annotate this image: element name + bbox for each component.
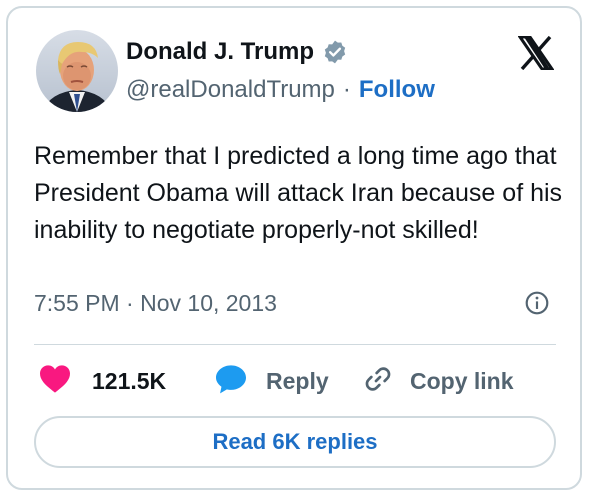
read-replies-button[interactable]: Read 6K replies: [34, 416, 556, 468]
x-logo-icon[interactable]: [517, 35, 555, 71]
avatar-portrait: [36, 30, 118, 112]
divider: [34, 344, 556, 345]
read-replies-label: Read 6K replies: [212, 429, 378, 454]
like-count: 121.5K: [92, 368, 167, 394]
tweet-date: Nov 10, 2013: [140, 290, 277, 316]
author-name[interactable]: Donald J. Trump: [126, 38, 314, 66]
author-name-row: Donald J. Trump: [126, 38, 348, 66]
action-bar: 121.5K Reply Copy link: [34, 358, 564, 404]
author-handle[interactable]: @realDonaldTrump: [126, 75, 335, 105]
tweet-text: Remember that I predicted a long time ag…: [34, 142, 563, 244]
link-icon: [362, 363, 394, 400]
avatar[interactable]: [36, 30, 118, 112]
info-icon[interactable]: [524, 290, 550, 316]
tweet-time: 7:55 PM: [34, 290, 120, 316]
follow-button[interactable]: Follow: [359, 75, 435, 105]
reply-bubble-icon: [214, 364, 248, 399]
reply-label: Reply: [266, 368, 329, 394]
like-button[interactable]: 121.5K: [38, 358, 166, 404]
verified-badge-icon: [322, 39, 348, 65]
tweet-timestamp[interactable]: 7:55 PM · Nov 10, 2013: [34, 288, 277, 318]
copy-link-label: Copy link: [410, 368, 514, 394]
copy-link-button[interactable]: Copy link: [362, 358, 514, 404]
heart-icon: [38, 364, 72, 399]
reply-button[interactable]: Reply: [214, 358, 329, 404]
tweet-card: Donald J. Trump @realDonaldTrump · Follo…: [6, 6, 582, 490]
author-handle-row: @realDonaldTrump · Follow: [126, 75, 435, 105]
timestamp-separator: ·: [126, 290, 134, 316]
handle-separator: ·: [342, 76, 351, 103]
